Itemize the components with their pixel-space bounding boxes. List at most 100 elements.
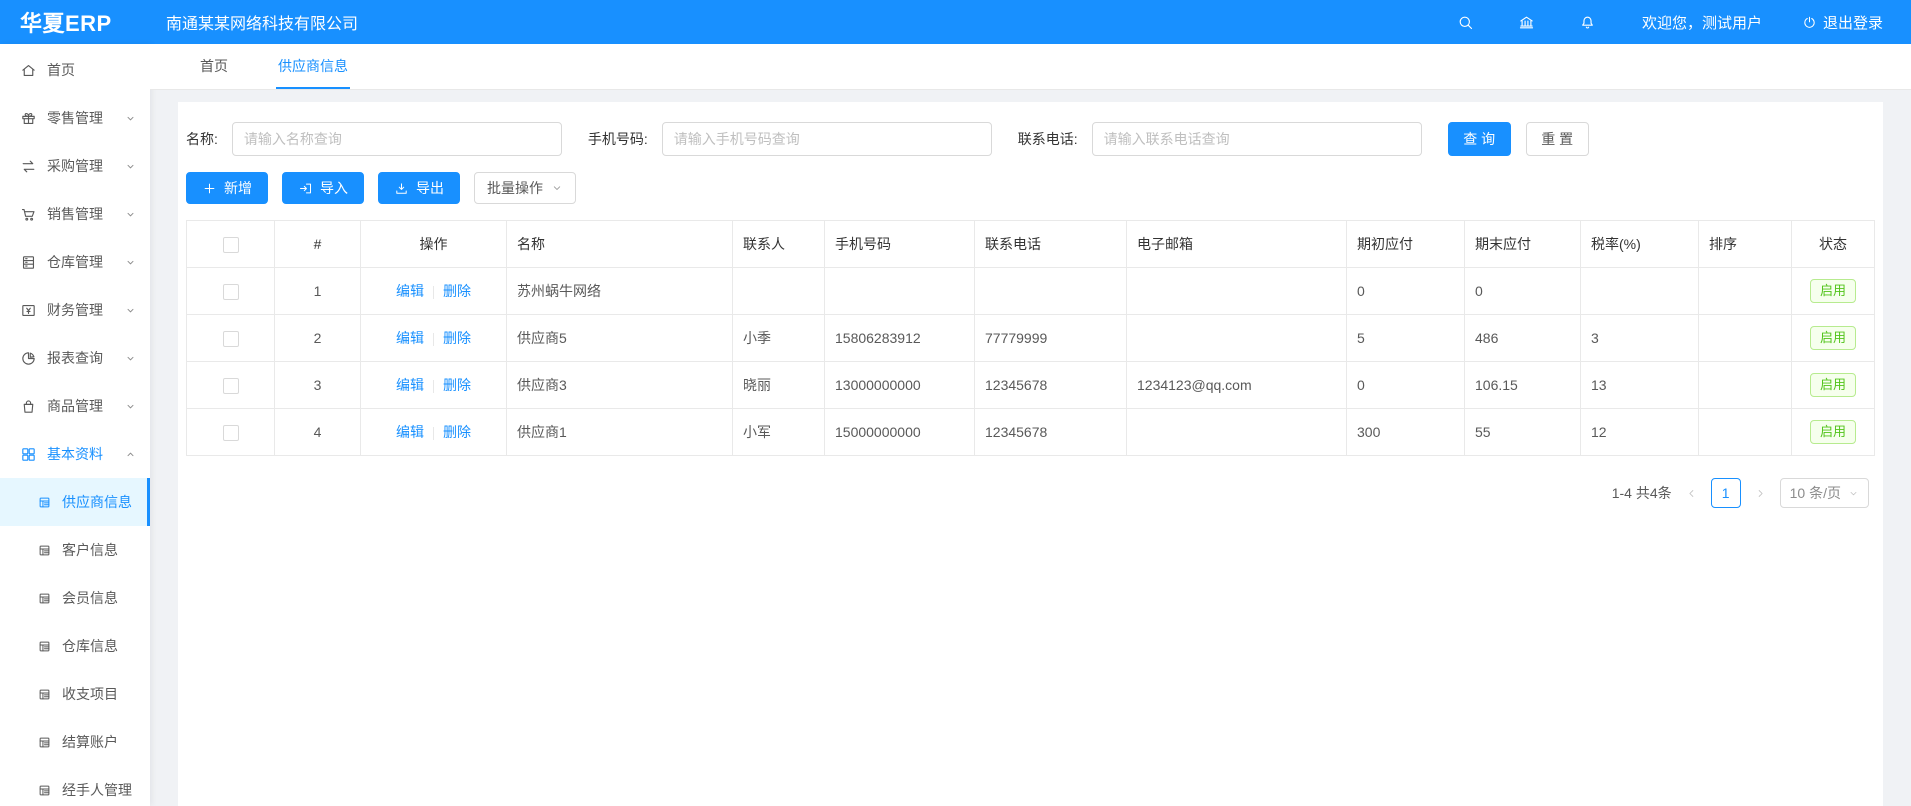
sidebar-item-supplier-info[interactable]: 供应商信息 xyxy=(0,478,150,526)
chevron-down-icon xyxy=(125,401,136,412)
cell-index: 2 xyxy=(275,315,361,362)
chevron-up-icon xyxy=(125,449,136,460)
import-icon xyxy=(298,181,313,196)
table-icon xyxy=(37,495,52,510)
phone-filter-label: 联系电话: xyxy=(1018,129,1078,149)
main-area: 首页 供应商信息 名称: 手机号码: 联系电话: 查 询 重 置 xyxy=(150,44,1911,806)
cell-phone xyxy=(975,268,1127,315)
table-icon xyxy=(37,639,52,654)
reset-button[interactable]: 重 置 xyxy=(1526,122,1589,156)
cell-index: 1 xyxy=(275,268,361,315)
delete-link[interactable]: 删除 xyxy=(443,424,471,440)
chevron-down-icon xyxy=(551,182,563,194)
sidebar-item-retail[interactable]: 零售管理 xyxy=(0,94,150,142)
cell-phone: 12345678 xyxy=(975,409,1127,456)
status-badge: 启用 xyxy=(1810,279,1856,303)
cell-phone: 12345678 xyxy=(975,362,1127,409)
edit-link[interactable]: 编辑 xyxy=(396,283,424,299)
sidebar-item-label: 报表查询 xyxy=(47,348,125,368)
delete-link[interactable]: 删除 xyxy=(443,330,471,346)
cell-operation: 编辑 删除 xyxy=(361,362,507,409)
bell-icon[interactable] xyxy=(1579,14,1596,31)
sidebar-item-basic-data[interactable]: 基本资料 xyxy=(0,430,150,478)
sidebar-item-purchase[interactable]: 采购管理 xyxy=(0,142,150,190)
edit-link[interactable]: 编辑 xyxy=(396,330,424,346)
sidebar-item-sales[interactable]: 销售管理 xyxy=(0,190,150,238)
header-status: 状态 xyxy=(1792,221,1875,268)
tab-home[interactable]: 首页 xyxy=(198,44,230,89)
sidebar-item-handler-management[interactable]: 经手人管理 xyxy=(0,766,150,806)
add-button[interactable]: 新增 xyxy=(186,172,268,204)
batch-operation-button[interactable]: 批量操作 xyxy=(474,172,576,204)
next-page-button[interactable] xyxy=(1754,487,1767,500)
header-sort: 排序 xyxy=(1699,221,1792,268)
search-icon[interactable] xyxy=(1457,14,1474,31)
header-contact: 联系人 xyxy=(733,221,825,268)
cell-mobile: 15000000000 xyxy=(825,409,975,456)
cell-end-payable: 55 xyxy=(1465,409,1581,456)
sidebar-item-goods[interactable]: 商品管理 xyxy=(0,382,150,430)
cell-contact: 晓丽 xyxy=(733,362,825,409)
status-badge: 启用 xyxy=(1810,420,1856,444)
page-size-select[interactable]: 10 条/页 xyxy=(1780,478,1869,508)
import-button[interactable]: 导入 xyxy=(282,172,364,204)
delete-link[interactable]: 删除 xyxy=(443,283,471,299)
phone-filter-input[interactable] xyxy=(1092,122,1422,156)
gift-icon xyxy=(20,110,37,127)
row-checkbox[interactable] xyxy=(223,378,239,394)
sidebar-item-home[interactable]: 首页 xyxy=(0,46,150,94)
home-icon xyxy=(20,62,37,79)
table-row: 4 编辑删除 供应商1 小军 15000000000 12345678 300 … xyxy=(187,409,1875,456)
mobile-filter-label: 手机号码: xyxy=(588,129,648,149)
batch-operation-label: 批量操作 xyxy=(487,178,543,198)
row-checkbox[interactable] xyxy=(223,331,239,347)
mobile-filter-input[interactable] xyxy=(662,122,992,156)
header-tax-rate: 税率(%) xyxy=(1581,221,1699,268)
sidebar-item-label: 会员信息 xyxy=(62,588,118,608)
toolbar: 新增 导入 导出 批量操作 xyxy=(186,172,1875,204)
sidebar-item-label: 采购管理 xyxy=(47,156,125,176)
sidebar-item-customer-info[interactable]: 客户信息 xyxy=(0,526,150,574)
page-number-button[interactable]: 1 xyxy=(1711,478,1741,508)
sidebar-item-warehouse-info[interactable]: 仓库信息 xyxy=(0,622,150,670)
edit-link[interactable]: 编辑 xyxy=(396,424,424,440)
swap-icon xyxy=(20,158,37,175)
cell-operation: 编辑 删除 xyxy=(361,409,507,456)
table-icon xyxy=(37,543,52,558)
cell-name: 苏州蜗牛网络 xyxy=(507,268,733,315)
row-checkbox[interactable] xyxy=(223,425,239,441)
name-filter-input[interactable] xyxy=(232,122,562,156)
sidebar-item-warehouse[interactable]: 仓库管理 xyxy=(0,238,150,286)
cell-operation: 编辑 删除 xyxy=(361,315,507,362)
cell-mobile: 15806283912 xyxy=(825,315,975,362)
pagination-total: 1-4 共4条 xyxy=(1612,483,1672,503)
sidebar-item-label: 供应商信息 xyxy=(62,492,132,512)
delete-link[interactable]: 删除 xyxy=(443,377,471,393)
select-all-checkbox[interactable] xyxy=(223,237,239,253)
cell-status: 启用 xyxy=(1792,268,1875,315)
bank-icon[interactable] xyxy=(1518,14,1535,31)
cell-email xyxy=(1127,268,1347,315)
table-header-row: # 操作 名称 联系人 手机号码 联系电话 电子邮箱 期初应付 期末应付 税率(… xyxy=(187,221,1875,268)
cell-contact: 小军 xyxy=(733,409,825,456)
header-phone: 联系电话 xyxy=(975,221,1127,268)
topbar-right: 欢迎您，测试用户 退出登录 xyxy=(1413,12,1911,33)
prev-page-button[interactable] xyxy=(1685,487,1698,500)
row-checkbox[interactable] xyxy=(223,284,239,300)
chevron-down-icon xyxy=(125,305,136,316)
cell-contact xyxy=(733,268,825,315)
table-icon xyxy=(37,591,52,606)
sidebar-item-income-expense[interactable]: 收支项目 xyxy=(0,670,150,718)
sidebar-item-settlement-account[interactable]: 结算账户 xyxy=(0,718,150,766)
export-button[interactable]: 导出 xyxy=(378,172,460,204)
table-row: 2 编辑删除 供应商5 小季 15806283912 77779999 5 48… xyxy=(187,315,1875,362)
header-checkbox-cell xyxy=(187,221,275,268)
tab-supplier-info[interactable]: 供应商信息 xyxy=(276,44,350,89)
logout-button[interactable]: 退出登录 xyxy=(1802,12,1883,33)
search-button[interactable]: 查 询 xyxy=(1448,122,1511,156)
sidebar-item-member-info[interactable]: 会员信息 xyxy=(0,574,150,622)
edit-link[interactable]: 编辑 xyxy=(396,377,424,393)
sidebar-item-finance[interactable]: 财务管理 xyxy=(0,286,150,334)
sidebar-item-reports[interactable]: 报表查询 xyxy=(0,334,150,382)
bag-icon xyxy=(20,398,37,415)
